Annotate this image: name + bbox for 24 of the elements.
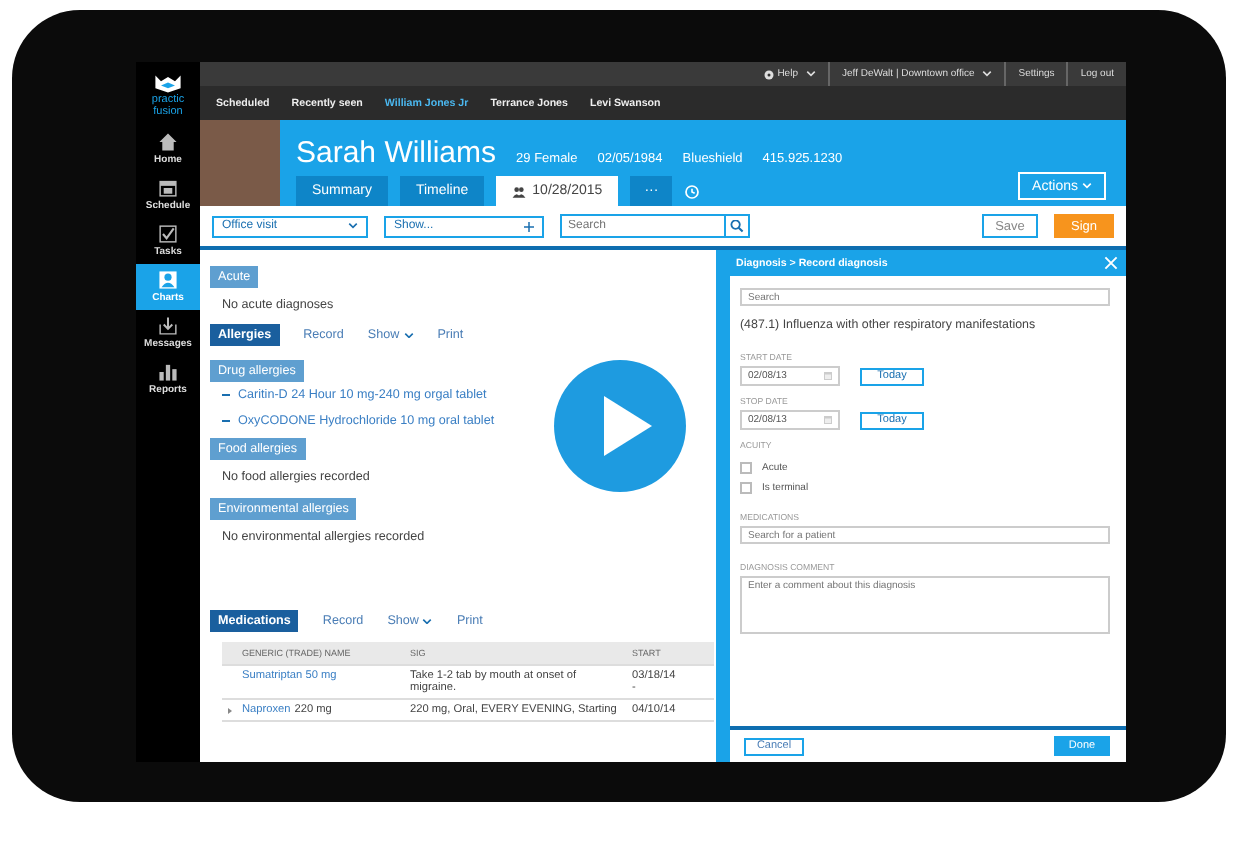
checkbox[interactable]	[740, 482, 752, 494]
inbox-icon	[158, 316, 178, 336]
search-icon[interactable]	[726, 214, 750, 238]
home-icon	[158, 132, 178, 152]
patient-name: Sarah Williams	[296, 136, 497, 170]
checkbox[interactable]	[740, 462, 752, 474]
check-icon	[158, 224, 178, 244]
bars-icon	[158, 362, 178, 382]
plus-icon	[524, 221, 534, 231]
help-icon	[763, 69, 774, 79]
caret-icon	[805, 70, 816, 78]
calendar-icon	[158, 178, 178, 198]
caret-icon	[348, 222, 358, 230]
caret-icon	[403, 331, 414, 339]
history-icon[interactable]	[684, 183, 701, 199]
caret-icon	[1082, 182, 1092, 190]
people-icon	[512, 185, 527, 197]
play-button[interactable]	[554, 360, 686, 492]
logo-icon	[154, 74, 182, 94]
caret-icon	[982, 70, 993, 78]
person-icon	[158, 270, 178, 290]
close-icon[interactable]	[1104, 256, 1118, 270]
photo-placeholder	[200, 120, 280, 206]
caret-icon	[422, 617, 433, 625]
